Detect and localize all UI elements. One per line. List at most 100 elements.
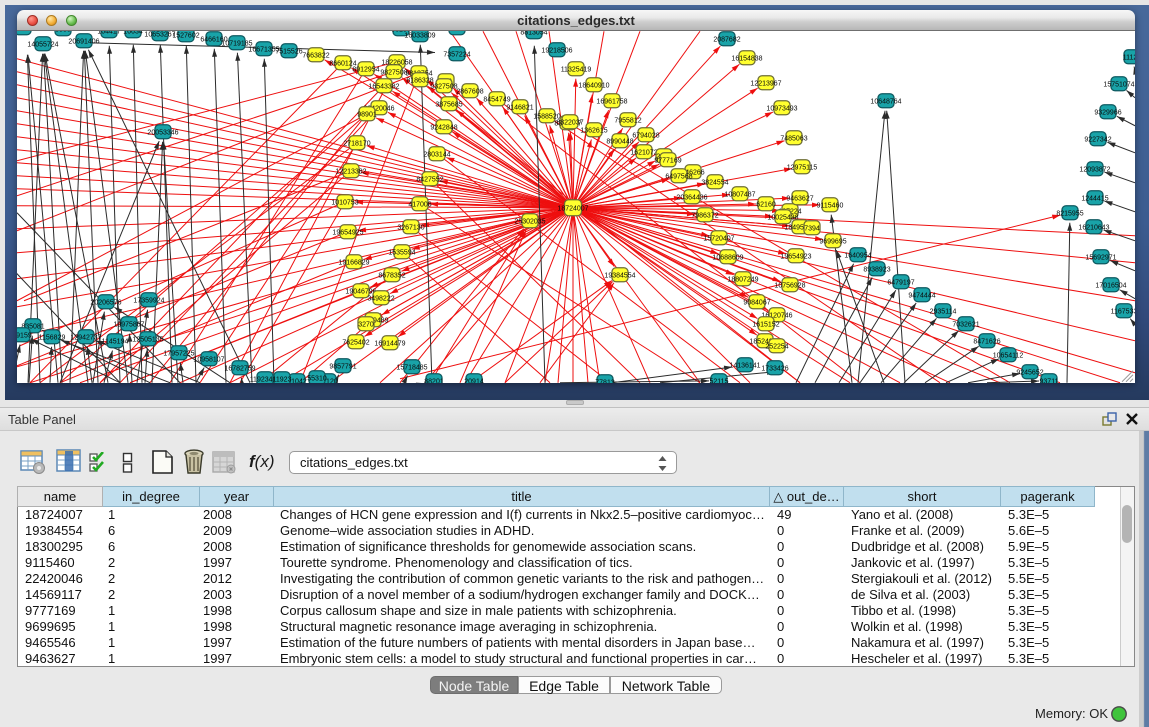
svg-text:9084067: 9084067	[743, 299, 770, 306]
svg-text:7357224: 7357224	[443, 51, 470, 58]
svg-text:9827508: 9827508	[380, 69, 407, 76]
svg-text:17016504: 17016504	[1095, 282, 1126, 289]
svg-text:19384554: 19384554	[604, 272, 635, 279]
svg-text:1156829: 1156829	[39, 334, 66, 341]
svg-text:16782759: 16782759	[224, 365, 255, 372]
svg-text:104417: 104417	[97, 31, 120, 35]
svg-text:8322037: 8322037	[556, 119, 583, 126]
svg-text:1640954: 1640954	[844, 252, 871, 259]
svg-text:9329966: 9329966	[1094, 109, 1121, 116]
svg-text:8912954: 8912954	[352, 66, 379, 73]
svg-text:3824554: 3824554	[701, 179, 728, 186]
svg-text:11325419: 11325419	[561, 66, 592, 73]
svg-text:1733426: 1733426	[761, 365, 788, 372]
svg-text:1010753: 1010753	[331, 199, 358, 206]
svg-text:93711: 93711	[1040, 378, 1059, 383]
svg-text:2803144: 2803144	[423, 151, 450, 158]
svg-text:9474444: 9474444	[908, 292, 935, 299]
svg-text:6479197: 6479197	[887, 279, 914, 286]
svg-text:16543382: 16543382	[368, 83, 399, 90]
svg-text:7394: 7394	[804, 225, 820, 232]
svg-text:19975867: 19975867	[113, 321, 144, 328]
svg-text:19046796: 19046796	[345, 288, 376, 295]
svg-text:7986372: 7986372	[691, 212, 718, 219]
svg-text:15720407: 15720407	[703, 235, 734, 242]
svg-text:19166829: 19166829	[338, 259, 369, 266]
svg-text:7032621: 7032621	[952, 321, 979, 328]
svg-text:62160: 62160	[756, 201, 776, 208]
svg-text:16961758: 16961758	[596, 98, 627, 105]
svg-text:7663822: 7663822	[302, 52, 329, 59]
svg-text:9242848: 9242848	[430, 124, 457, 131]
svg-text:3267130: 3267130	[397, 224, 424, 231]
svg-text:6794028: 6794028	[632, 132, 659, 139]
svg-text:12093872: 12093872	[1079, 166, 1110, 173]
svg-text:52115: 52115	[710, 378, 729, 383]
svg-text:7625402: 7625402	[342, 339, 369, 346]
svg-text:1615152: 1615152	[752, 321, 779, 328]
svg-text:12975115: 12975115	[787, 164, 818, 171]
svg-text:10756928: 10756928	[774, 282, 805, 289]
svg-text:7955812: 7955812	[614, 117, 641, 124]
svg-text:77813: 77813	[595, 379, 615, 383]
svg-text:9327508: 9327508	[430, 83, 457, 90]
svg-text:10807487: 10807487	[724, 191, 755, 198]
svg-text:2087682: 2087682	[713, 36, 740, 43]
svg-text:9699695: 9699695	[819, 238, 846, 245]
svg-text:39159: 39159	[17, 332, 32, 339]
svg-text:20914: 20914	[464, 378, 484, 383]
svg-text:9857791: 9857791	[329, 363, 356, 370]
svg-text:9245652: 9245652	[1016, 369, 1043, 376]
svg-text:417006: 417006	[408, 201, 431, 208]
svg-text:3270: 3270	[358, 321, 374, 328]
svg-text:19654923: 19654923	[780, 253, 811, 260]
svg-text:10648764: 10648764	[870, 98, 901, 105]
svg-text:8454749: 8454749	[483, 96, 510, 103]
svg-text:17359924: 17359924	[133, 297, 164, 304]
svg-text:12213382: 12213382	[335, 168, 366, 175]
svg-text:10688609: 10688609	[712, 254, 743, 261]
svg-text:7515526: 7515526	[275, 48, 302, 55]
svg-text:20206576: 20206576	[90, 299, 121, 306]
svg-text:8427552: 8427552	[416, 176, 443, 183]
svg-text:19654925: 19654925	[332, 229, 363, 236]
svg-text:1527602: 1527602	[172, 32, 199, 39]
svg-text:55310: 55310	[307, 375, 327, 382]
svg-text:20053346: 20053346	[147, 129, 178, 136]
svg-text:9777169: 9777169	[654, 157, 681, 164]
svg-text:8938923: 8938923	[863, 266, 890, 273]
svg-text:20364436: 20364436	[676, 194, 707, 201]
svg-text:98901: 98901	[357, 111, 377, 118]
svg-text:12942737: 12942737	[70, 334, 101, 341]
svg-text:8990448: 8990448	[606, 138, 633, 145]
svg-text:10653267: 10653267	[144, 31, 175, 38]
svg-text:9463627: 9463627	[786, 195, 813, 202]
svg-text:15751074: 15751074	[1103, 81, 1134, 88]
svg-text:18640910: 18640910	[578, 82, 609, 89]
svg-text:1145194: 1145194	[102, 338, 129, 345]
svg-text:88201: 88201	[424, 378, 444, 383]
svg-text:2935114: 2935114	[930, 308, 957, 315]
svg-text:15692971: 15692971	[1085, 254, 1116, 261]
svg-text:12505135: 12505135	[132, 336, 163, 343]
svg-text:18807249: 18807249	[727, 276, 758, 283]
svg-text:1535594: 1535594	[388, 249, 415, 256]
svg-text:1621072: 1621072	[630, 149, 657, 156]
svg-text:25302035: 25302035	[514, 218, 545, 225]
svg-text:10654112: 10654112	[993, 352, 1024, 359]
svg-text:15718485: 15718485	[396, 364, 427, 371]
svg-text:2867608: 2867608	[456, 88, 483, 95]
svg-text:14055724: 14055724	[27, 41, 58, 48]
svg-text:1244415: 1244415	[1081, 195, 1108, 202]
svg-text:16154838: 16154838	[731, 55, 762, 62]
svg-text:8678352: 8678352	[378, 272, 405, 279]
svg-text:9115460: 9115460	[817, 202, 844, 209]
svg-text:16634: 16634	[123, 31, 143, 35]
svg-text:3875685: 3875685	[435, 101, 462, 108]
svg-text:16033809: 16033809	[404, 32, 435, 39]
svg-text:8813054: 8813054	[520, 31, 547, 36]
svg-text:7485063: 7485063	[780, 135, 807, 142]
svg-text:3498222: 3498222	[367, 295, 394, 302]
svg-text:17957225: 17957225	[163, 350, 194, 357]
svg-text:6497568: 6497568	[665, 173, 692, 180]
